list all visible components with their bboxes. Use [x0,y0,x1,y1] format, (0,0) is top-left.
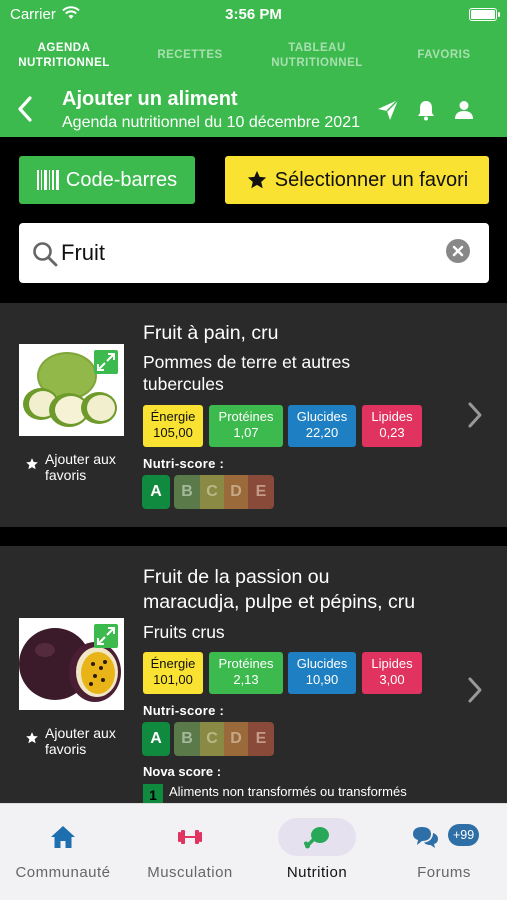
star-icon [25,731,39,748]
nutri-grade-b: B [174,722,200,756]
nova-score-text: Aliments non transformés ou transformés [169,784,407,799]
nutri-score-scale: A B C D E [142,722,274,756]
star-icon [25,457,39,474]
barcode-button[interactable]: Code-barres [19,156,195,204]
protein-label: Protéines [218,656,274,671]
food-card[interactable]: Ajouter aux favoris Fruit de la passion … [0,546,507,806]
barcode-icon [36,170,59,190]
carbs-badge: Glucides 10,90 [288,652,356,694]
search-bar [19,223,489,283]
user-icon[interactable] [452,98,476,122]
tab-recettes[interactable]: RECETTES [140,48,240,63]
carbs-label: Glucides [296,656,348,671]
food-name: Fruit à pain, cru [143,322,279,344]
app-header: Carrier 3:56 PM AGENDA NUTRITIONNEL RECE… [0,0,507,137]
clear-search-icon[interactable] [446,239,470,263]
search-input[interactable] [61,235,441,271]
nova-score-label: Nova score : [143,764,222,779]
tab-musculation[interactable]: Musculation [127,804,253,900]
nutri-grade-d: D [224,722,248,756]
protein-badge: Protéines 1,07 [209,405,283,447]
nutri-grade-d: D [224,475,248,509]
tab-tableau-nutritionnel[interactable]: TABLEAU NUTRITIONNEL [262,41,372,71]
food-image-breadfruit[interactable] [19,344,124,436]
tab-favoris[interactable]: FAVORIS [400,48,488,63]
tab-agenda-nutritionnel[interactable]: AGENDA NUTRITIONNEL [8,41,120,71]
energy-label: Énergie [150,656,196,671]
tab-communaute-label: Communauté [15,864,111,881]
chevron-right-icon[interactable] [466,675,484,705]
fat-label: Lipides [371,656,413,671]
bottom-tab-bar: Communauté Musculation Nutrition +99 For… [0,803,507,900]
top-tabs: AGENDA NUTRITIONNEL RECETTES TABLEAU NUT… [0,38,507,74]
page-subtitle: Agenda nutritionnel du 10 décembre 2021 [62,114,360,131]
add-to-favorites-label: Ajouter aux favoris [45,725,116,757]
protein-value: 2,13 [233,672,259,687]
carbs-value: 22,20 [305,425,339,440]
chevron-right-icon[interactable] [466,400,484,430]
energy-value: 105,00 [153,425,193,440]
energy-value: 101,00 [153,672,193,687]
tab-nutrition-label: Nutrition [286,864,348,881]
food-category: Pommes de terre et autres tubercules [143,352,351,394]
expand-icon[interactable] [94,350,118,374]
page-title: Ajouter un aliment [62,88,238,110]
bell-icon[interactable] [414,98,438,122]
energy-badge: Énergie 105,00 [143,405,203,447]
title-bar: Ajouter un aliment Agenda nutritionnel d… [0,86,507,136]
carbs-label: Glucides [296,409,348,424]
nutri-score-label: Nutri-score : [143,456,225,471]
nutri-grade-a: A [142,722,170,756]
nutri-grade-b: B [174,475,200,509]
fat-value: 0,23 [379,425,405,440]
nutri-score-label: Nutri-score : [143,703,225,718]
search-icon [32,241,58,272]
tab-nutrition-indicator [254,818,380,856]
food-card[interactable]: Ajouter aux favoris Fruit à pain, cru Po… [0,303,507,527]
energy-badge: Énergie 101,00 [143,652,203,694]
battery-icon [469,8,500,21]
fat-badge: Lipides 0,23 [362,405,422,447]
tab-nutrition[interactable]: Nutrition [254,804,380,900]
food-name: Fruit de la passion ou maracudja, pulpe … [143,566,416,613]
fat-badge: Lipides 3,00 [362,652,422,694]
nutri-grade-e: E [248,722,274,756]
select-favorite-label: Sélectionner un favori [274,168,469,191]
carbs-value: 10,90 [305,672,339,687]
barcode-button-label: Code-barres [65,168,178,191]
home-icon [0,818,126,856]
fat-value: 3,00 [379,672,405,687]
food-image-passion-fruit[interactable] [19,618,124,710]
status-bar: Carrier 3:56 PM [0,0,507,30]
food-category: Fruits crus [143,622,225,642]
tab-musculation-label: Musculation [147,864,233,881]
dumbbell-icon [127,818,253,856]
star-icon [246,169,268,191]
nutri-grade-c: C [200,475,224,509]
select-favorite-button[interactable]: Sélectionner un favori [225,156,489,204]
add-to-favorites-label: Ajouter aux favoris [45,451,116,483]
clock: 3:56 PM [225,6,282,23]
nutri-grade-c: C [200,722,224,756]
chat-bubbles-icon [381,818,507,856]
back-chevron-icon[interactable] [14,94,36,124]
energy-label: Énergie [150,409,196,424]
expand-icon[interactable] [94,624,118,648]
protein-badge: Protéines 2,13 [209,652,283,694]
protein-value: 1,07 [233,425,259,440]
tab-forums-label: Forums [417,864,471,881]
fat-label: Lipides [371,409,413,424]
tab-forums[interactable]: +99 Forums [381,804,507,900]
nutri-grade-e: E [248,475,274,509]
forums-badge: +99 [448,824,480,846]
tab-communaute[interactable]: Communauté [0,804,126,900]
nutri-grade-a: A [142,475,170,509]
carbs-badge: Glucides 22,20 [288,405,356,447]
send-icon[interactable] [376,98,400,122]
nutri-score-scale: A B C D E [142,475,274,509]
protein-label: Protéines [218,409,274,424]
chicken-leg-icon [278,818,356,856]
